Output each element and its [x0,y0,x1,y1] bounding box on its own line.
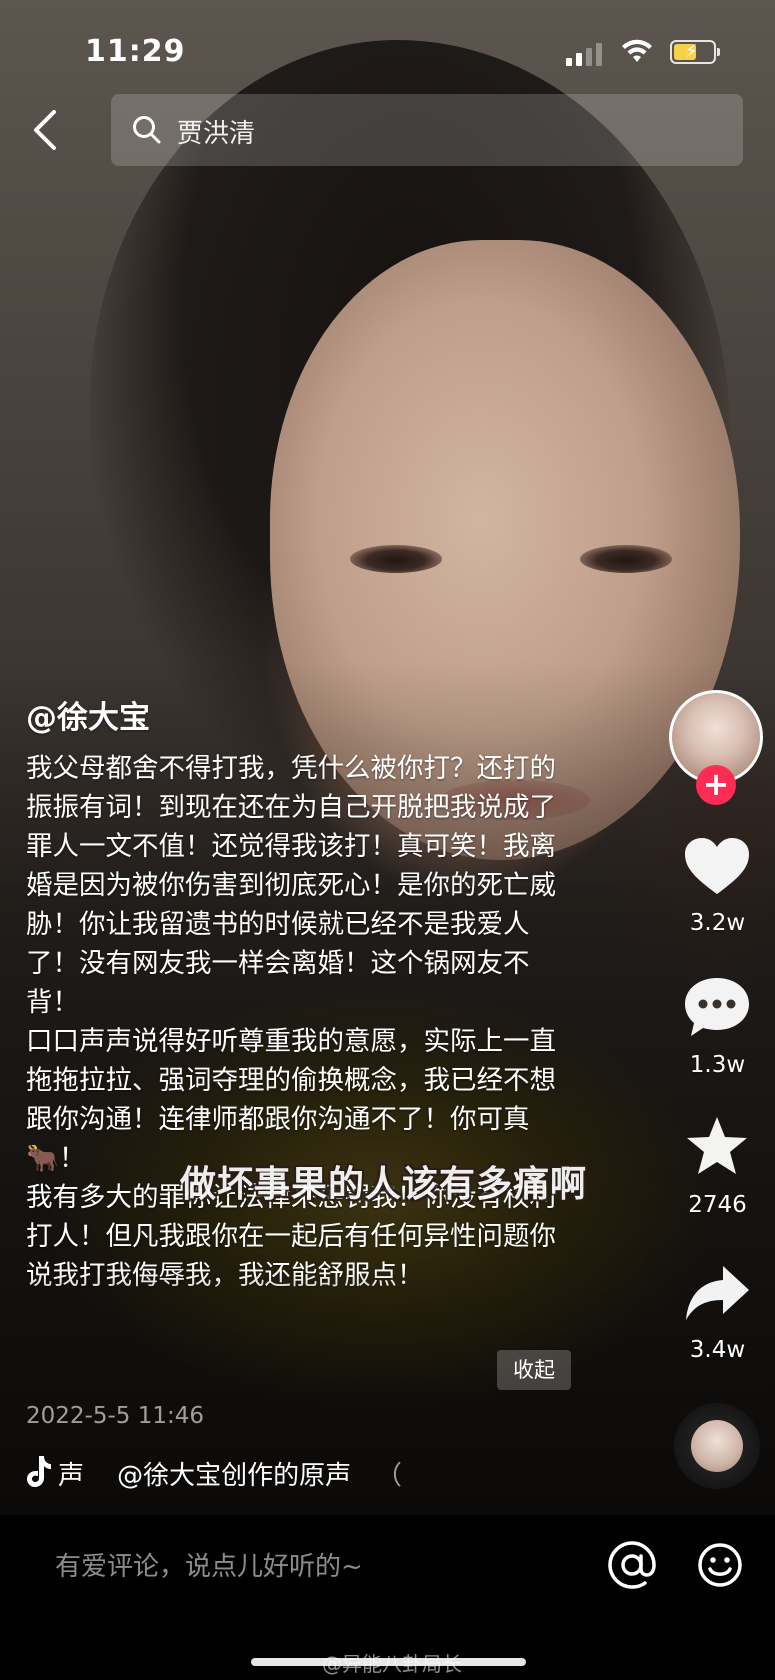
search-input[interactable]: 贾洪清 [111,94,743,166]
search-icon [133,116,161,144]
comment-icon[interactable] [683,976,751,1038]
back-arrow-icon[interactable] [26,106,66,154]
search-query-text: 贾洪清 [177,119,256,149]
signal-icon [566,42,606,66]
heart-icon[interactable] [683,836,751,898]
video-eye-left [350,545,442,573]
post-date: 2022-5-5 11:46 [26,1403,204,1429]
at-icon[interactable] [607,1540,657,1590]
music-info[interactable]: 声 @徐大宝创作的原声 （ [26,1452,446,1492]
music-prefix: 声 [58,1461,85,1491]
music-disc[interactable] [674,1403,760,1489]
post-caption: 我父母都舍不得打我，凭什么被你打？还打的振振有词！到现在还在为自己开脱把我说成了… [26,753,556,1291]
share-count: 3.4w [689,1337,746,1363]
wifi-icon [622,39,652,62]
video-eye-right [580,545,672,573]
music-note-icon [27,1456,51,1487]
share-icon[interactable] [683,1262,751,1324]
comment-input[interactable]: 有爱评论，说点儿好听的~ [55,1546,363,1583]
music-title: @徐大宝创作的原声 [117,1461,352,1491]
comment-count: 1.3w [689,1052,746,1078]
like-count: 3.2w [689,910,746,936]
video-subtitle: 做坏事果的人该有多痛啊 [180,1164,588,1205]
star-icon[interactable] [683,1115,751,1177]
collapse-button[interactable]: 收起 [497,1350,571,1390]
status-time: 11:29 [85,34,186,69]
favorite-count: 2746 [688,1192,747,1218]
battery-icon: ⚡ [670,40,720,64]
status-bar: 11:29 ⚡ [0,28,775,76]
music-suffix: （ [375,1461,402,1491]
watermark-text: @异能八卦局长 [322,1652,462,1676]
author-name[interactable]: @徐大宝 [26,692,150,737]
music-text: 声 @徐大宝创作的原声 （ [58,1455,443,1492]
follow-button[interactable]: + [696,765,736,805]
emoji-icon[interactable] [697,1542,743,1588]
music-disc-cover [691,1420,743,1472]
